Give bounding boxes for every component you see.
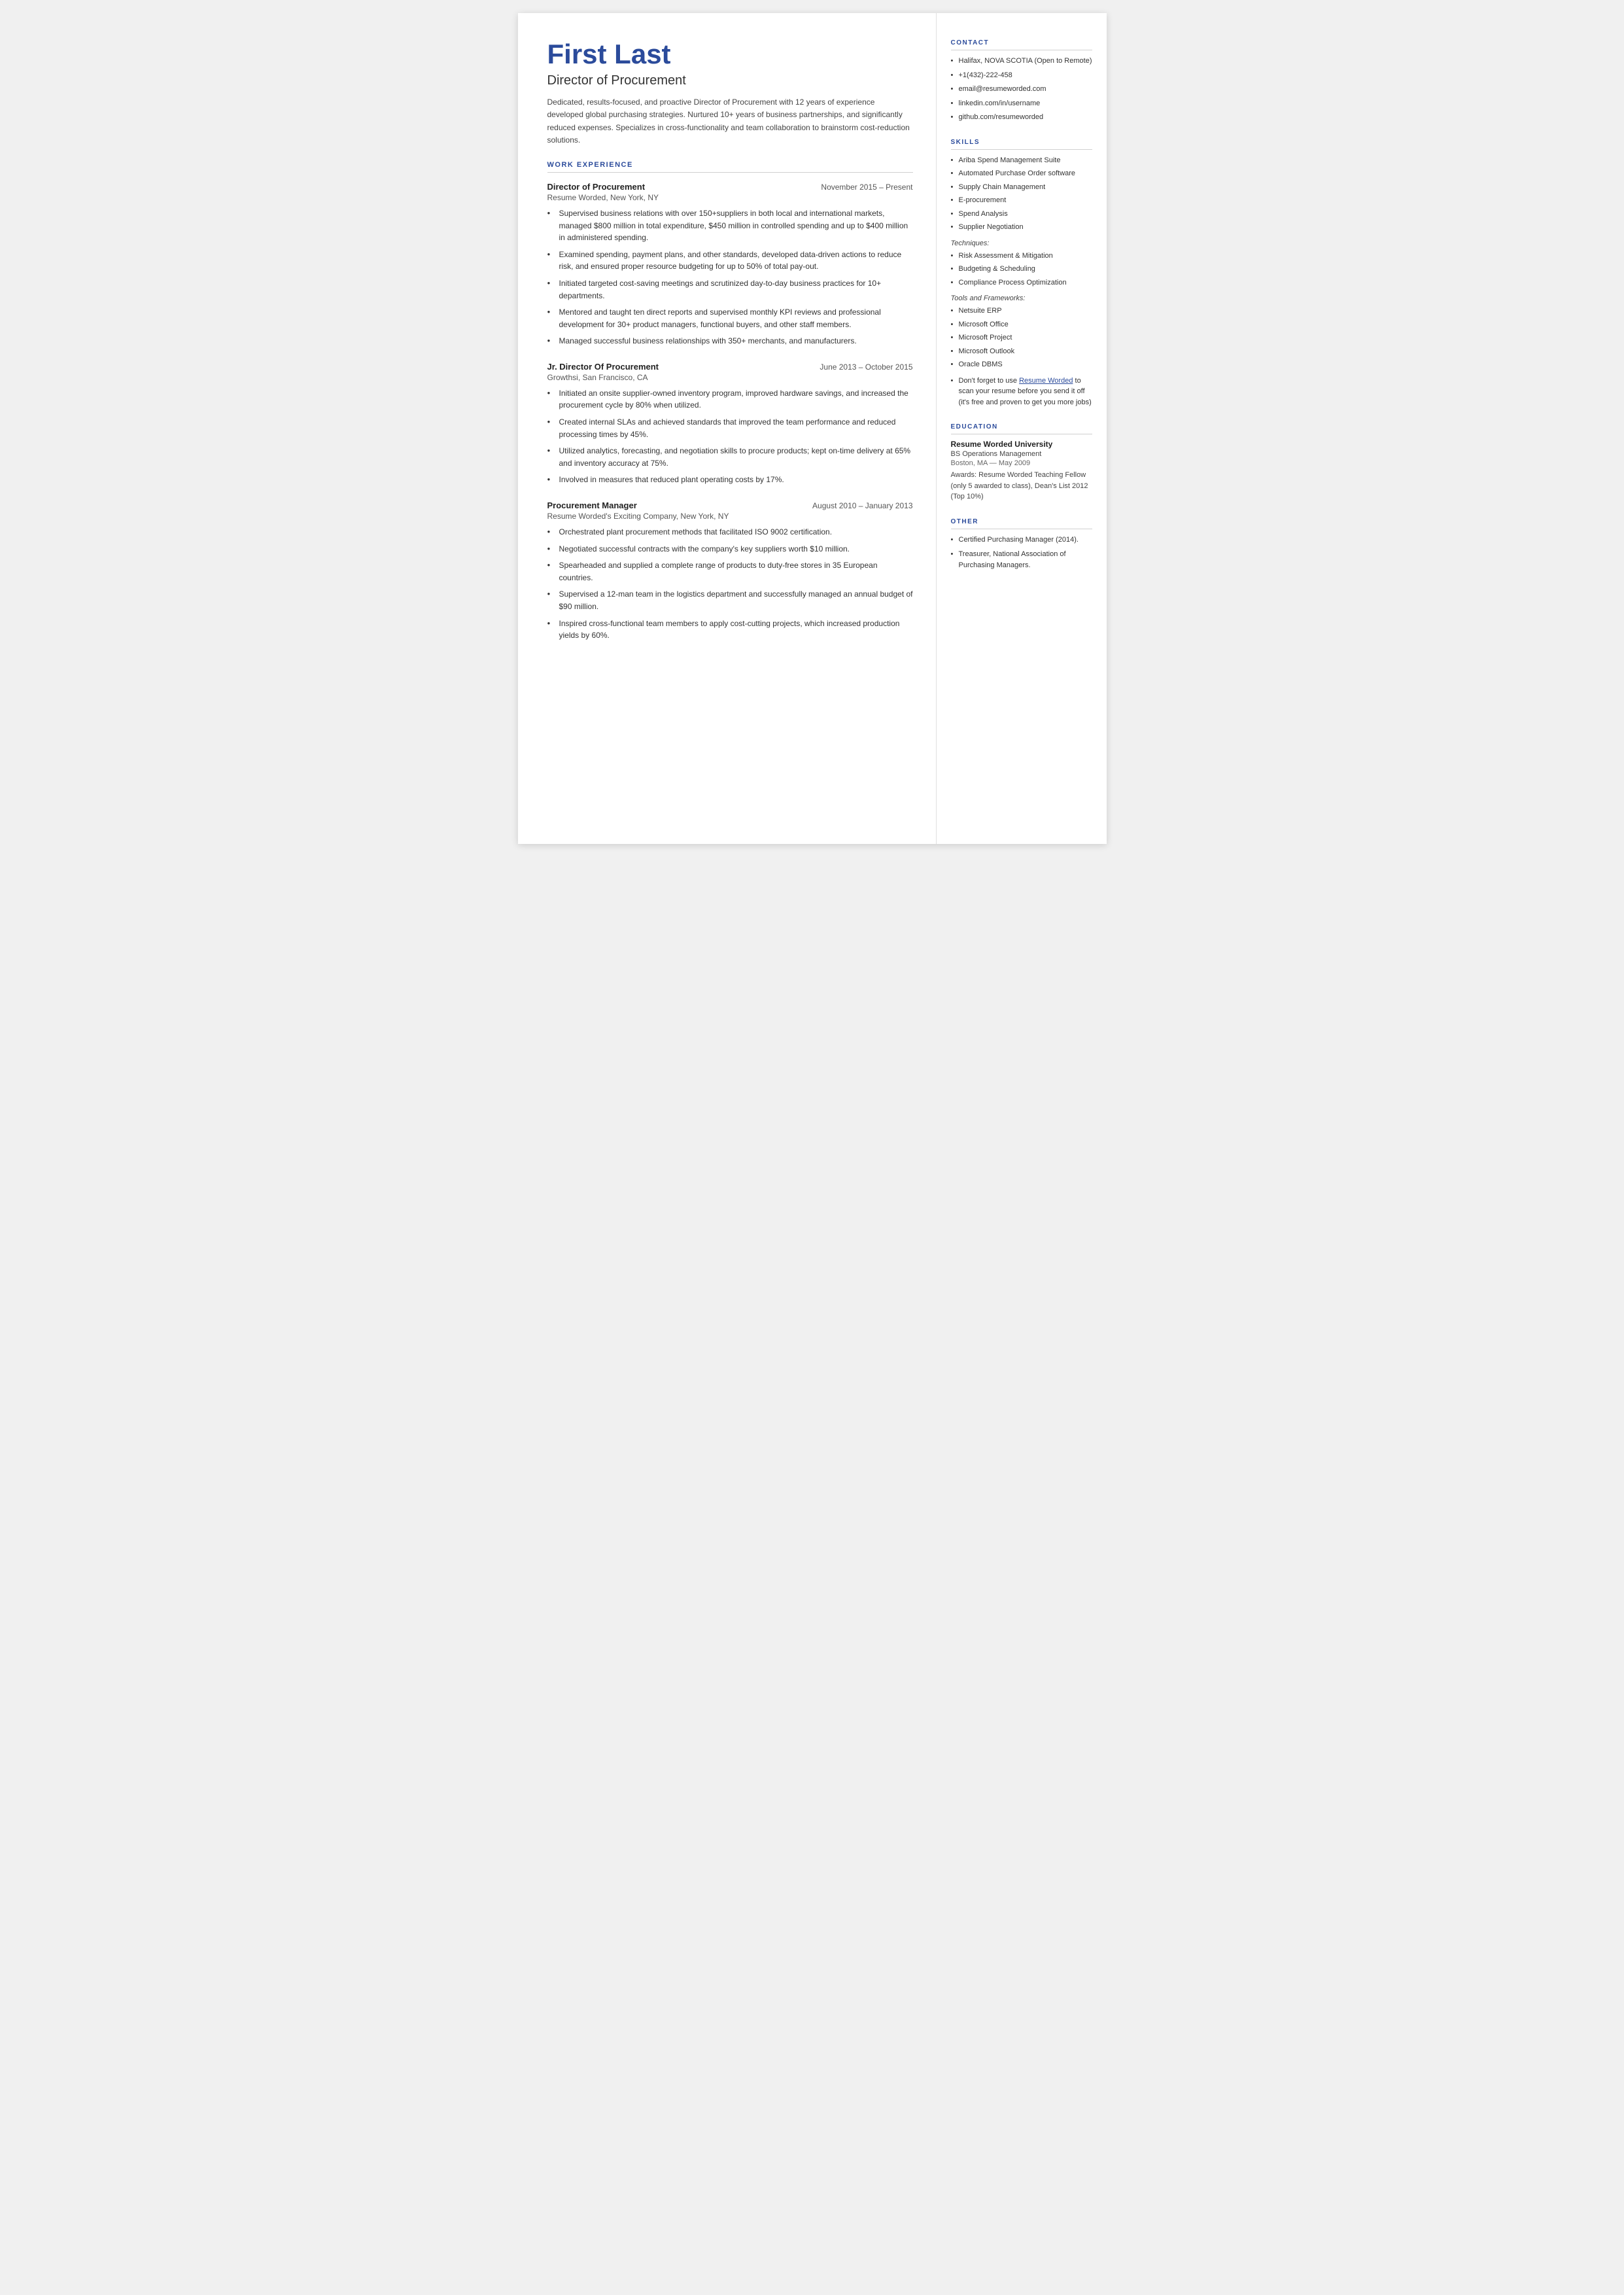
bullet-3-5: Inspired cross-functional team members t… bbox=[547, 618, 913, 642]
other-item-1: Treasurer, National Association of Purch… bbox=[951, 549, 1092, 570]
bullet-1-3: Initiated targeted cost-saving meetings … bbox=[547, 277, 913, 302]
bullet-3-2: Negotiated successful contracts with the… bbox=[547, 543, 913, 555]
contact-list: Halifax, NOVA SCOTIA (Open to Remote) +1… bbox=[951, 56, 1092, 123]
other-item-0: Certified Purchasing Manager (2014). bbox=[951, 534, 1092, 546]
job-block-2: Jr. Director Of Procurement June 2013 – … bbox=[547, 362, 913, 486]
contact-item-3: linkedin.com/in/username bbox=[951, 98, 1092, 109]
job-company-3: Resume Worded's Exciting Company, New Yo… bbox=[547, 512, 913, 521]
bullet-3-3: Spearheaded and supplied a complete rang… bbox=[547, 559, 913, 584]
skill-4: Spend Analysis bbox=[951, 209, 1092, 220]
job-header-3: Procurement Manager August 2010 – Januar… bbox=[547, 500, 913, 510]
bullet-3-1: Orchestrated plant procurement methods t… bbox=[547, 526, 913, 538]
job-dates-2: June 2013 – October 2015 bbox=[820, 362, 912, 372]
techniques-label: Techniques: bbox=[951, 239, 1092, 247]
bullet-1-2: Examined spending, payment plans, and ot… bbox=[547, 249, 913, 273]
right-column: CONTACT Halifax, NOVA SCOTIA (Open to Re… bbox=[937, 13, 1107, 844]
edu-date: Boston, MA — May 2009 bbox=[951, 459, 1092, 467]
skill-3: E-procurement bbox=[951, 195, 1092, 206]
skill-2: Supply Chain Management bbox=[951, 182, 1092, 193]
job-title-1: Director of Procurement bbox=[547, 182, 646, 192]
other-section: OTHER Certified Purchasing Manager (2014… bbox=[951, 518, 1092, 571]
education-section-title: EDUCATION bbox=[951, 423, 1092, 434]
edu-degree: BS Operations Management bbox=[951, 450, 1092, 458]
contact-item-1: +1(432)-222-458 bbox=[951, 70, 1092, 81]
tool-0: Netsuite ERP bbox=[951, 306, 1092, 317]
promo-text: Don't forget to use Resume Worded to sca… bbox=[951, 376, 1092, 408]
contact-section-title: CONTACT bbox=[951, 39, 1092, 50]
tool-3: Microsoft Outlook bbox=[951, 346, 1092, 357]
bullet-3-4: Supervised a 12-man team in the logistic… bbox=[547, 588, 913, 612]
job-header-2: Jr. Director Of Procurement June 2013 – … bbox=[547, 362, 913, 372]
job-title-2: Jr. Director Of Procurement bbox=[547, 362, 659, 372]
job-company-1: Resume Worded, New York, NY bbox=[547, 193, 913, 202]
technique-2: Compliance Process Optimization bbox=[951, 277, 1092, 289]
bullet-2-2: Created internal SLAs and achieved stand… bbox=[547, 416, 913, 440]
tool-4: Oracle DBMS bbox=[951, 359, 1092, 370]
tool-2: Microsoft Project bbox=[951, 332, 1092, 343]
other-list: Certified Purchasing Manager (2014). Tre… bbox=[951, 534, 1092, 571]
contact-item-0: Halifax, NOVA SCOTIA (Open to Remote) bbox=[951, 56, 1092, 67]
job-block-1: Director of Procurement November 2015 – … bbox=[547, 182, 913, 347]
contact-item-4: github.com/resumeworded bbox=[951, 112, 1092, 123]
left-column: First Last Director of Procurement Dedic… bbox=[518, 13, 937, 844]
bullet-1-4: Mentored and taught ten direct reports a… bbox=[547, 306, 913, 330]
job-bullets-1: Supervised business relations with over … bbox=[547, 207, 913, 347]
summary-text: Dedicated, results-focused, and proactiv… bbox=[547, 96, 913, 147]
job-dates-3: August 2010 – January 2013 bbox=[812, 501, 912, 510]
job-header-1: Director of Procurement November 2015 – … bbox=[547, 182, 913, 192]
tools-label: Tools and Frameworks: bbox=[951, 294, 1092, 302]
job-bullets-2: Initiated an onsite supplier-owned inven… bbox=[547, 387, 913, 486]
skill-1: Automated Purchase Order software bbox=[951, 168, 1092, 179]
job-title-3: Procurement Manager bbox=[547, 500, 637, 510]
job-dates-1: November 2015 – Present bbox=[821, 183, 912, 192]
skills-section-title: SKILLS bbox=[951, 139, 1092, 150]
candidate-name: First Last bbox=[547, 39, 913, 69]
job-company-2: Growthsi, San Francisco, CA bbox=[547, 373, 913, 382]
other-section-title: OTHER bbox=[951, 518, 1092, 529]
edu-block: Resume Worded University BS Operations M… bbox=[951, 440, 1092, 502]
skills-main-list: Ariba Spend Management Suite Automated P… bbox=[951, 155, 1092, 233]
contact-section: CONTACT Halifax, NOVA SCOTIA (Open to Re… bbox=[951, 39, 1092, 123]
tool-1: Microsoft Office bbox=[951, 319, 1092, 330]
bullet-1-1: Supervised business relations with over … bbox=[547, 207, 913, 244]
edu-awards: Awards: Resume Worded Teaching Fellow (o… bbox=[951, 470, 1092, 502]
bullet-2-3: Utilized analytics, forecasting, and neg… bbox=[547, 445, 913, 469]
bullet-2-1: Initiated an onsite supplier-owned inven… bbox=[547, 387, 913, 412]
skill-5: Supplier Negotiation bbox=[951, 222, 1092, 233]
edu-school: Resume Worded University bbox=[951, 440, 1092, 449]
technique-1: Budgeting & Scheduling bbox=[951, 264, 1092, 275]
contact-item-2: email@resumeworded.com bbox=[951, 84, 1092, 95]
promo-prefix: Don't forget to use bbox=[959, 377, 1020, 385]
bullet-2-4: Involved in measures that reduced plant … bbox=[547, 474, 913, 486]
job-block-3: Procurement Manager August 2010 – Januar… bbox=[547, 500, 913, 642]
promo-link[interactable]: Resume Worded bbox=[1019, 377, 1073, 385]
skills-section: SKILLS Ariba Spend Management Suite Auto… bbox=[951, 139, 1092, 408]
work-experience-section-title: WORK EXPERIENCE bbox=[547, 161, 913, 173]
candidate-title: Director of Procurement bbox=[547, 73, 913, 88]
resume-page: First Last Director of Procurement Dedic… bbox=[518, 13, 1107, 844]
job-bullets-3: Orchestrated plant procurement methods t… bbox=[547, 526, 913, 642]
bullet-1-5: Managed successful business relationship… bbox=[547, 335, 913, 347]
tools-list: Netsuite ERP Microsoft Office Microsoft … bbox=[951, 306, 1092, 370]
education-section: EDUCATION Resume Worded University BS Op… bbox=[951, 423, 1092, 502]
technique-0: Risk Assessment & Mitigation bbox=[951, 251, 1092, 262]
skill-0: Ariba Spend Management Suite bbox=[951, 155, 1092, 166]
techniques-list: Risk Assessment & Mitigation Budgeting &… bbox=[951, 251, 1092, 289]
